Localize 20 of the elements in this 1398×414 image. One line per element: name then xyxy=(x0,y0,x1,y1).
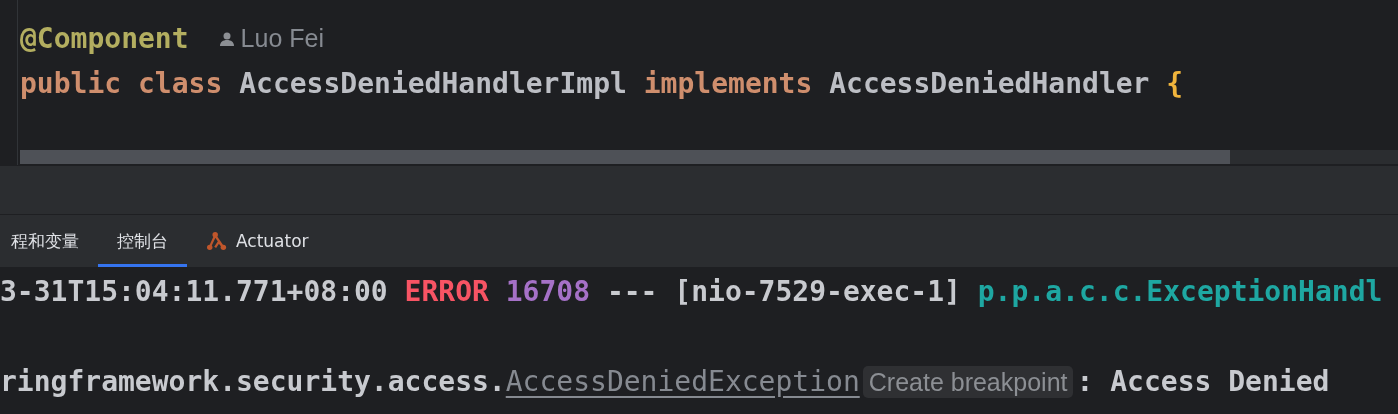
code-text: AccessDeniedHandlerImpl xyxy=(238,66,628,102)
author-name[interactable]: Luo Fei xyxy=(240,16,324,61)
breakpoint-hint[interactable]: Create breakpoint xyxy=(862,365,1074,398)
exception-link[interactable]: AccessDeniedException xyxy=(505,359,860,404)
process-id-text: 16708 xyxy=(504,274,591,310)
brace-text: { xyxy=(1166,66,1184,102)
person-icon xyxy=(218,30,235,47)
code-text: --- [nio-7529-exec-1] xyxy=(605,274,962,310)
tab[interactable]: Actuator xyxy=(187,215,328,267)
code-text: ringframework.security.access. xyxy=(0,364,506,400)
code-text: AccessDeniedHandler xyxy=(828,66,1151,102)
tab[interactable]: 程和变量 xyxy=(0,215,98,267)
keyword-text: implements xyxy=(643,66,813,102)
log-level-text: ERROR xyxy=(404,274,489,310)
keyword-text: public xyxy=(20,66,122,102)
annotation-text: @Component xyxy=(20,21,189,57)
code-text: 3-31T15:04:11.771+08:00 xyxy=(0,274,389,310)
logger-name-text: p.p.a.c.c.ExceptionHandl xyxy=(977,274,1383,310)
code-text: : Access Denied xyxy=(1076,364,1330,400)
keyword-text: class xyxy=(137,66,223,102)
